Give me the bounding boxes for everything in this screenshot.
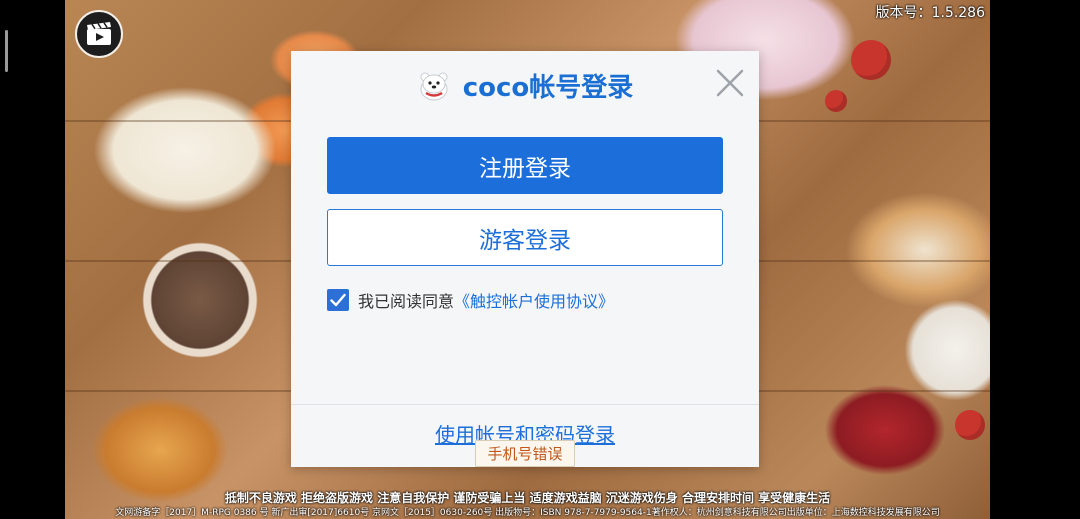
dialog-title: coco帐号登录 (462, 72, 634, 103)
health-notice: 抵制不良游戏 拒绝盗版游戏 注意自我保护 谨防受骗上当 适度游戏益脑 沉迷游戏伤… (224, 491, 831, 505)
clapperboard-icon (87, 22, 111, 45)
tomato-decoration (851, 40, 891, 80)
register-login-label: 注册登录 (479, 155, 571, 182)
login-dialog: coco帐号登录 注册登录 游客登录 我已阅读同意 《触控帐户使用协议》 使用帐… (291, 51, 759, 467)
register-login-button[interactable]: 注册登录 (327, 137, 723, 194)
dialog-divider (291, 404, 759, 405)
gesture-handle[interactable] (5, 30, 8, 72)
dialog-header: coco帐号登录 (291, 65, 759, 105)
agreement-checkbox[interactable] (327, 289, 349, 311)
video-play-icon[interactable] (75, 10, 123, 58)
license-info: 文网游备字［2017］M-RPG 0386 号 新广出审[2017]6610号 … (115, 508, 940, 518)
version-label: 版本号：1.5.286 (875, 5, 985, 21)
agreement-link[interactable]: 《触控帐户使用协议》 (454, 288, 614, 312)
agreement-row: 我已阅读同意 《触控帐户使用协议》 (327, 288, 614, 312)
polar-bear-logo-icon (420, 72, 448, 101)
guest-login-label: 游客登录 (479, 227, 571, 254)
agreement-text: 我已阅读同意 (358, 292, 455, 311)
close-icon[interactable] (715, 68, 745, 98)
left-letterbox (0, 0, 65, 519)
guest-login-button[interactable]: 游客登录 (327, 209, 723, 266)
tomato-decoration (825, 90, 847, 112)
tomato-decoration (955, 410, 985, 440)
error-toast: 手机号错误 (475, 440, 575, 467)
right-letterbox (990, 0, 1080, 519)
checkmark-icon (330, 293, 346, 307)
